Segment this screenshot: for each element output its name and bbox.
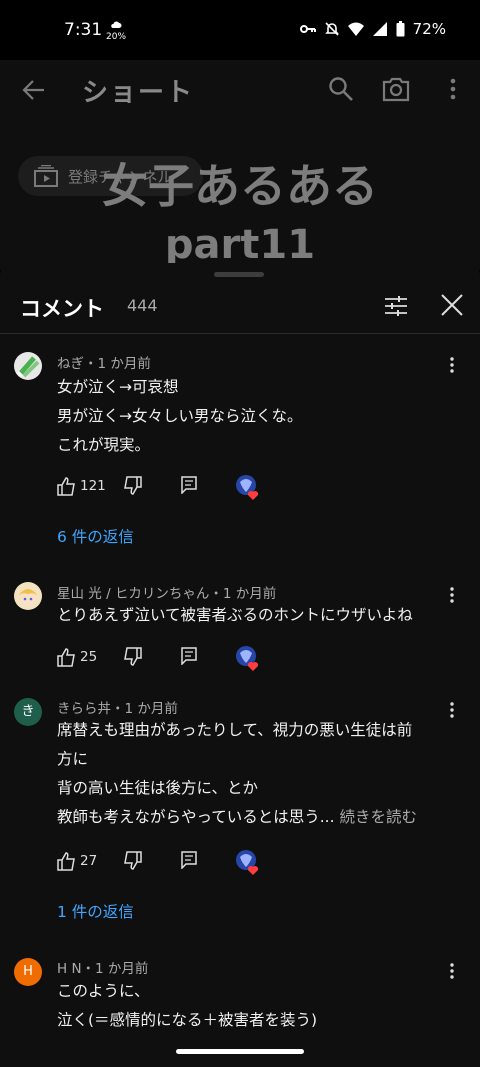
comment-actions: 25 (57, 646, 297, 671)
thumbs-down-icon[interactable] (122, 476, 142, 496)
comment-line: このように、 (57, 982, 150, 1000)
page-title: ショート (82, 78, 195, 108)
comment-meta: H N・1 か月前 (57, 961, 149, 977)
comment-line: 背の高い生徒は後方に、とか (57, 779, 259, 797)
view-replies-link[interactable]: 1 件の返信 (57, 900, 134, 922)
status-time: 7:31 (64, 20, 103, 40)
drag-handle[interactable] (214, 272, 264, 277)
creator-heart-icon (236, 850, 259, 875)
comment-meta: 星山 光 / ヒカリンちゃん・1 か月前 (57, 586, 277, 602)
view-replies-link[interactable]: 6 件の返信 (57, 525, 134, 547)
comment-body: 女が泣く→可哀想 男が泣く→女々しい男なら泣くな。 これが現実。 (57, 373, 447, 460)
comments-count: 444 (127, 296, 158, 315)
thumbs-down-icon[interactable] (122, 647, 142, 667)
like-count: 27 (80, 853, 98, 869)
creator-heart-icon (236, 646, 259, 671)
back-arrow-icon[interactable] (20, 76, 48, 104)
comment-line: 泣く(＝感情的になる＋被害者を装う) (57, 1011, 318, 1029)
comment-line: 男が泣く→女々しい男なら泣くな。 (57, 407, 303, 425)
comment-line: 女が泣く→可哀想 (57, 378, 179, 396)
thumbs-up-icon[interactable] (57, 647, 77, 667)
comment-actions: 27 (57, 850, 297, 875)
anime-avatar-icon (18, 589, 38, 606)
comments-header: コメント 444 (0, 281, 480, 334)
comment-more-icon[interactable] (447, 356, 457, 374)
comment-line: 席替えも理由があったりして、視力の悪い生徒は前 (57, 721, 413, 739)
comment-more-icon[interactable] (447, 586, 457, 604)
wifi-icon (347, 22, 364, 36)
status-bar: 7:31 20% 72% (0, 0, 480, 60)
thumbs-up-icon[interactable] (57, 851, 77, 871)
comment-body: とりあえず泣いて被害者ぶるのホントにウザいよね (57, 601, 447, 630)
avatar[interactable] (14, 582, 42, 610)
thumbs-down-icon[interactable] (122, 851, 142, 871)
comment-line: 方に (57, 750, 89, 768)
comment-line: 教師も考えながらやっているとは思う... (57, 808, 335, 826)
weather-icon (111, 21, 122, 28)
status-right: 72% (299, 20, 446, 38)
comments-title: コメント (20, 297, 104, 321)
avatar[interactable] (14, 352, 42, 380)
comment-line: とりあえず泣いて被害者ぶるのホントにウザいよね (57, 606, 413, 624)
creator-heart-icon (236, 475, 259, 500)
comment-more-icon[interactable] (447, 701, 457, 719)
comment-line-last: 教師も考えながらやっているとは思う... 続きを読む (57, 803, 447, 832)
battery-percent: 72% (412, 20, 446, 38)
sort-filter-icon[interactable] (383, 293, 409, 319)
gesture-nav-handle[interactable] (176, 1049, 304, 1054)
vpn-key-icon (299, 25, 316, 33)
bell-off-icon (324, 22, 339, 36)
leek-avatar-icon (16, 356, 40, 378)
avatar[interactable]: H (14, 958, 42, 986)
like-count: 25 (80, 649, 98, 665)
comments-sheet: コメント 444 ねぎ・1 か月前 女が泣く→可哀想 男が泣く→女々しい男なら泣… (0, 263, 480, 1067)
avatar[interactable]: き (14, 698, 42, 726)
like-count: 121 (80, 478, 106, 494)
signal-icon (372, 22, 387, 36)
comment-body: 席替えも理由があったりして、視力の悪い生徒は前 方に 背の高い生徒は後方に、とか… (57, 716, 447, 832)
video-overlay-subtitle: part11 (164, 222, 316, 268)
avatar-letter: き (21, 704, 35, 719)
close-icon[interactable] (440, 293, 464, 317)
weather-status: 20% (106, 20, 126, 42)
comment-meta: ねぎ・1 か月前 (57, 356, 151, 372)
comment-meta: きらら丼・1 か月前 (57, 701, 178, 717)
top-bar: ショート (0, 66, 480, 114)
comment-actions: 121 (57, 475, 297, 500)
search-icon[interactable] (328, 76, 354, 102)
thumbs-up-icon[interactable] (57, 476, 77, 496)
camera-icon[interactable] (382, 76, 410, 102)
avatar-letter: H (23, 964, 33, 979)
video-overlay-title: 女子あるある (102, 159, 378, 213)
reply-icon[interactable] (181, 476, 197, 494)
comment-line: これが現実。 (57, 436, 151, 454)
reply-icon[interactable] (181, 647, 197, 665)
comment-more-icon[interactable] (447, 962, 457, 980)
reply-icon[interactable] (181, 851, 197, 869)
battery-icon (396, 21, 405, 37)
comment-body: このように、 泣く(＝感情的になる＋被害者を装う) (57, 977, 447, 1035)
read-more-link[interactable]: 続きを読む (339, 808, 417, 826)
weather-percent: 20% (106, 32, 127, 42)
more-vert-icon[interactable] (446, 76, 460, 102)
